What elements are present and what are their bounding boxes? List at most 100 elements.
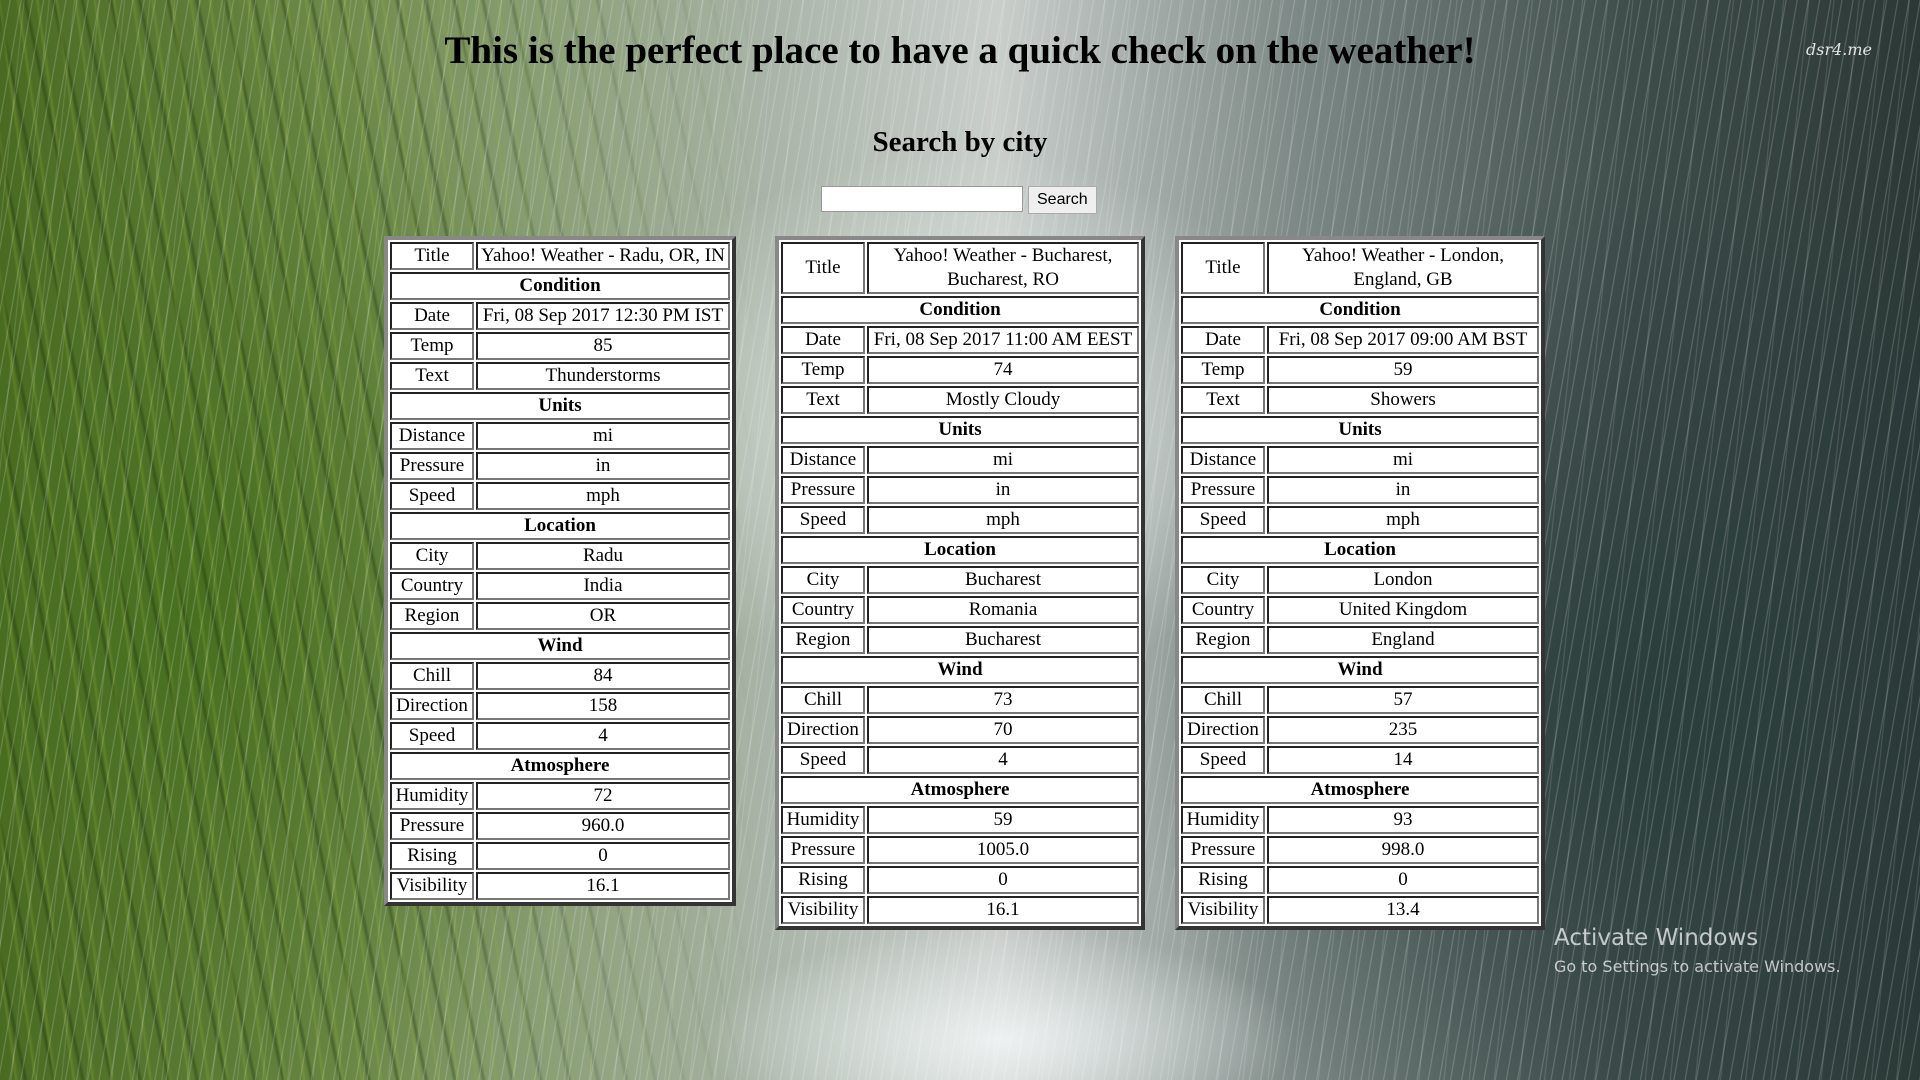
pressure-label: Pressure: [781, 836, 865, 864]
activate-windows-notice: Activate Windows Go to Settings to activ…: [1554, 925, 1841, 976]
temp-value: 85: [476, 332, 730, 360]
table-row: Pressure 998.0: [1181, 836, 1539, 864]
distance-label: Distance: [1181, 446, 1265, 474]
chill-value: 57: [1267, 686, 1539, 714]
region-value: OR: [476, 602, 730, 630]
search-form: Search: [821, 186, 1097, 214]
pressure-value: 998.0: [1267, 836, 1539, 864]
distance-label: Distance: [390, 422, 474, 450]
section-row: Condition: [781, 296, 1139, 324]
pressure-unit-label: Pressure: [781, 476, 865, 504]
country-label: Country: [390, 572, 474, 600]
wind-header: Wind: [1181, 656, 1539, 684]
section-row: Wind: [390, 632, 730, 660]
rising-value: 0: [1267, 866, 1539, 894]
title-label: Title: [781, 242, 865, 294]
visibility-label: Visibility: [390, 872, 474, 900]
table-row: Rising 0: [390, 842, 730, 870]
humidity-value: 72: [476, 782, 730, 810]
distance-label: Distance: [781, 446, 865, 474]
wind-speed-value: 4: [476, 722, 730, 750]
pressure-label: Pressure: [1181, 836, 1265, 864]
visibility-value: 16.1: [476, 872, 730, 900]
page-title: This is the perfect place to have a quic…: [444, 29, 1476, 72]
pressure-unit-value: in: [476, 452, 730, 480]
speed-unit-label: Speed: [1181, 506, 1265, 534]
rising-label: Rising: [390, 842, 474, 870]
visibility-label: Visibility: [1181, 896, 1265, 924]
distance-value: mi: [1267, 446, 1539, 474]
table-row: Country Romania: [781, 596, 1139, 624]
text-label: Text: [781, 386, 865, 414]
section-row: Atmosphere: [390, 752, 730, 780]
table-row: Chill 57: [1181, 686, 1539, 714]
date-value: Fri, 08 Sep 2017 11:00 AM EEST: [867, 326, 1139, 354]
table-row: Speed mph: [781, 506, 1139, 534]
region-label: Region: [390, 602, 474, 630]
table-row: Chill 73: [781, 686, 1139, 714]
city-label: City: [781, 566, 865, 594]
title-value: Yahoo! Weather - Bucharest, Bucharest, R…: [867, 242, 1139, 294]
speed-unit-value: mph: [1267, 506, 1539, 534]
table-row: Humidity 72: [390, 782, 730, 810]
pressure-unit-value: in: [867, 476, 1139, 504]
pressure-label: Pressure: [390, 812, 474, 840]
table-row: Title Yahoo! Weather - London, England, …: [1181, 242, 1539, 294]
distance-value: mi: [476, 422, 730, 450]
table-row: Direction 235: [1181, 716, 1539, 744]
chill-value: 84: [476, 662, 730, 690]
humidity-value: 93: [1267, 806, 1539, 834]
table-row: Pressure in: [390, 452, 730, 480]
direction-value: 158: [476, 692, 730, 720]
chill-label: Chill: [390, 662, 474, 690]
date-label: Date: [781, 326, 865, 354]
atmosphere-header: Atmosphere: [390, 752, 730, 780]
table-row: Direction 158: [390, 692, 730, 720]
visibility-value: 16.1: [867, 896, 1139, 924]
section-row: Location: [390, 512, 730, 540]
table-row: Region Bucharest: [781, 626, 1139, 654]
temp-value: 59: [1267, 356, 1539, 384]
direction-value: 70: [867, 716, 1139, 744]
search-button[interactable]: Search: [1028, 186, 1097, 214]
temp-value: 74: [867, 356, 1139, 384]
date-label: Date: [1181, 326, 1265, 354]
pressure-unit-label: Pressure: [1181, 476, 1265, 504]
table-row: City Radu: [390, 542, 730, 570]
table-row: Direction 70: [781, 716, 1139, 744]
table-row: Speed 4: [390, 722, 730, 750]
table-row: Visibility 16.1: [781, 896, 1139, 924]
section-row: Units: [781, 416, 1139, 444]
country-value: India: [476, 572, 730, 600]
text-value: Showers: [1267, 386, 1539, 414]
table-row: Pressure in: [1181, 476, 1539, 504]
city-search-input[interactable]: [821, 186, 1023, 212]
units-header: Units: [781, 416, 1139, 444]
activate-windows-subtitle: Go to Settings to activate Windows.: [1554, 957, 1841, 976]
table-row: Region England: [1181, 626, 1539, 654]
direction-label: Direction: [390, 692, 474, 720]
speed-unit-label: Speed: [781, 506, 865, 534]
table-row: Distance mi: [1181, 446, 1539, 474]
table-row: Humidity 93: [1181, 806, 1539, 834]
table-row: City London: [1181, 566, 1539, 594]
title-value: Yahoo! Weather - Radu, OR, IN: [476, 242, 730, 270]
weather-table-radu: Title Yahoo! Weather - Radu, OR, IN Cond…: [384, 236, 736, 906]
speed-unit-label: Speed: [390, 482, 474, 510]
condition-header: Condition: [1181, 296, 1539, 324]
humidity-value: 59: [867, 806, 1139, 834]
direction-label: Direction: [781, 716, 865, 744]
date-label: Date: [390, 302, 474, 330]
distance-value: mi: [867, 446, 1139, 474]
section-row: Location: [1181, 536, 1539, 564]
temp-label: Temp: [781, 356, 865, 384]
title-value: Yahoo! Weather - London, England, GB: [1267, 242, 1539, 294]
text-value: Mostly Cloudy: [867, 386, 1139, 414]
humidity-label: Humidity: [390, 782, 474, 810]
chill-label: Chill: [1181, 686, 1265, 714]
chill-label: Chill: [781, 686, 865, 714]
table-row: Title Yahoo! Weather - Bucharest, Buchar…: [781, 242, 1139, 294]
table-row: Pressure 960.0: [390, 812, 730, 840]
date-value: Fri, 08 Sep 2017 12:30 PM IST: [476, 302, 730, 330]
table-row: Temp 74: [781, 356, 1139, 384]
